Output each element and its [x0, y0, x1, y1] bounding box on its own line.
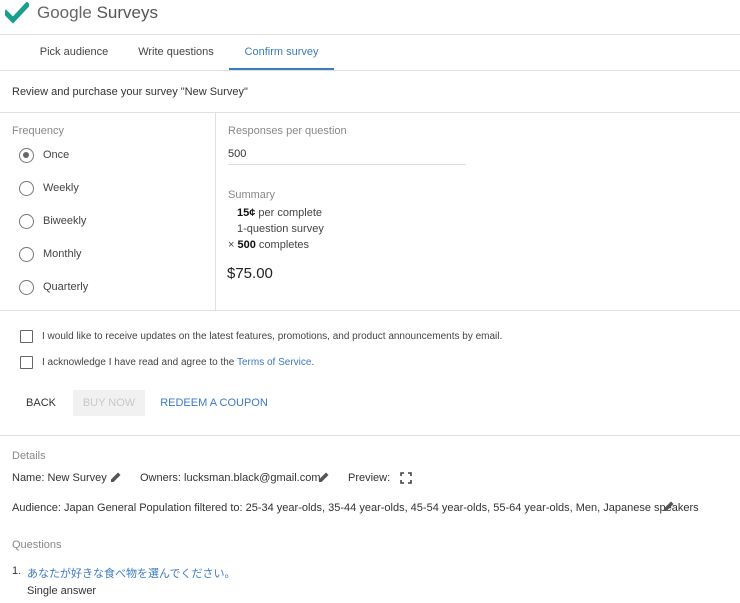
- radio-label: Biweekly: [43, 215, 87, 227]
- redeem-coupon-button[interactable]: REDEEM A COUPON: [157, 390, 271, 416]
- tab-confirm-survey[interactable]: Confirm survey: [229, 35, 334, 70]
- tos-checkbox-row[interactable]: I acknowledge I have read and agree to t…: [20, 355, 314, 369]
- buy-now-button[interactable]: BUY NOW: [73, 390, 145, 416]
- divider: [0, 310, 740, 311]
- frequency-option-biweekly[interactable]: Biweekly: [19, 213, 86, 229]
- summary-completes-line: × 500 completes: [228, 239, 310, 251]
- question-type: Single answer: [27, 585, 97, 597]
- question-number: 1.: [12, 565, 22, 577]
- radio-button[interactable]: [19, 279, 34, 295]
- frequency-option-weekly[interactable]: Weekly: [19, 180, 79, 196]
- radio-button[interactable]: [19, 246, 34, 262]
- divider-vertical: [215, 113, 216, 311]
- summary-questions-line: 1-question survey: [237, 223, 324, 235]
- app-header: Google Surveys: [0, 0, 740, 35]
- frequency-option-once[interactable]: Once: [19, 147, 69, 163]
- summary-label: Summary: [228, 189, 276, 201]
- expand-icon[interactable]: [400, 472, 412, 484]
- frequency-label: Frequency: [12, 125, 64, 137]
- responses-input[interactable]: 500: [228, 143, 466, 165]
- tos-checkbox[interactable]: [20, 355, 33, 369]
- responses-label: Responses per question: [228, 125, 347, 137]
- review-heading: Review and purchase your survey "New Sur…: [12, 86, 248, 98]
- frequency-option-quarterly[interactable]: Quarterly: [19, 279, 88, 295]
- tos-checkbox-label: I acknowledge I have read and agree to t…: [42, 356, 315, 368]
- updates-checkbox-label: I would like to receive updates on the l…: [42, 330, 503, 342]
- terms-of-service-link[interactable]: Terms of Service: [237, 357, 311, 368]
- step-tabs: Pick audience Write questions Confirm su…: [0, 35, 740, 71]
- survey-audience: Audience: Japan General Population filte…: [12, 502, 699, 514]
- preview-label: Preview:: [348, 472, 391, 484]
- survey-owners: Owners: lucksman.black@gmail.com: [140, 472, 321, 484]
- tab-write-questions[interactable]: Write questions: [128, 35, 224, 70]
- frequency-option-monthly[interactable]: Monthly: [19, 246, 82, 262]
- summary-price-line: 15¢ per complete: [237, 207, 323, 219]
- details-label: Details: [12, 450, 46, 462]
- updates-checkbox[interactable]: [20, 329, 33, 343]
- checkmark-logo-icon: [5, 2, 29, 24]
- tab-pick-audience[interactable]: Pick audience: [24, 35, 124, 70]
- radio-label: Monthly: [43, 248, 82, 260]
- radio-button[interactable]: [19, 213, 34, 229]
- question-text-link[interactable]: あなたが好きな食べ物を選んでください。: [27, 565, 235, 581]
- pencil-icon[interactable]: [318, 471, 330, 483]
- divider: [0, 435, 740, 436]
- divider: [0, 112, 740, 113]
- total-price: $75.00: [227, 265, 273, 282]
- pencil-icon[interactable]: [663, 500, 675, 512]
- survey-name: Name: New Survey: [12, 472, 107, 484]
- pencil-icon[interactable]: [110, 471, 122, 483]
- questions-label: Questions: [12, 539, 62, 551]
- updates-checkbox-row[interactable]: I would like to receive updates on the l…: [20, 329, 502, 343]
- radio-label: Weekly: [43, 182, 79, 194]
- radio-button[interactable]: [19, 147, 34, 163]
- back-button[interactable]: BACK: [17, 390, 65, 416]
- radio-label: Once: [43, 149, 70, 161]
- radio-button[interactable]: [19, 180, 34, 196]
- app-title: Google Surveys: [37, 3, 158, 22]
- radio-label: Quarterly: [43, 281, 89, 293]
